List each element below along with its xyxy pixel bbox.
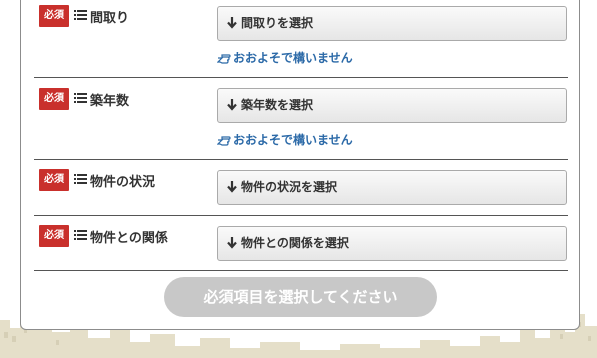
arrow-down-icon [227,16,237,29]
arrow-down-icon [227,180,237,193]
select-label: 物件との関係を選択 [241,236,349,250]
form-row-bukken-kankei: 必須 物件との関係 物件との関係を選択 [34,216,568,271]
select-label: 物件の状況を選択 [241,180,338,194]
madori-select[interactable]: 間取りを選択 [217,6,567,41]
hint-text: おおよそで構いません [233,51,353,65]
field-label: 間取り [90,11,130,26]
field-label: 物件の状況 [90,175,156,190]
form-row-chikunensu: 必須 築年数 築年数を選択 おおよそで構いません [34,78,568,160]
submit-button[interactable]: 必須項目を選択してください [164,277,437,317]
field-label: 築年数 [90,94,130,109]
hint-link[interactable]: おおよそで構いません [217,131,353,148]
form-card: 必須 間取り 間取りを選択 おおよそで構いません 必須 築年数 築年数を選択 お… [20,0,580,330]
list-icon [74,93,88,105]
bukken-jokyo-select[interactable]: 物件の状況を選択 [217,170,567,205]
hand-pointer-icon [217,53,231,64]
hint-text: おおよそで構いません [233,133,353,147]
list-icon [74,10,88,22]
list-icon [74,230,88,242]
bukken-kankei-select[interactable]: 物件との関係を選択 [217,226,567,261]
required-badge: 必須 [39,225,69,247]
select-label: 築年数を選択 [241,98,314,112]
arrow-down-icon [227,236,237,249]
form-row-bukken-jokyo: 必須 物件の状況 物件の状況を選択 [34,160,568,216]
list-icon [74,174,88,186]
form-row-madori: 必須 間取り 間取りを選択 おおよそで構いません [34,0,568,78]
arrow-down-icon [227,98,237,111]
hint-link[interactable]: おおよそで構いません [217,49,353,66]
select-label: 間取りを選択 [241,16,314,30]
hand-pointer-icon [217,135,231,146]
field-label: 物件との関係 [90,231,168,246]
required-badge: 必須 [39,169,69,191]
required-badge: 必須 [39,88,69,110]
required-badge: 必須 [39,5,69,27]
chikunensu-select[interactable]: 築年数を選択 [217,88,567,123]
